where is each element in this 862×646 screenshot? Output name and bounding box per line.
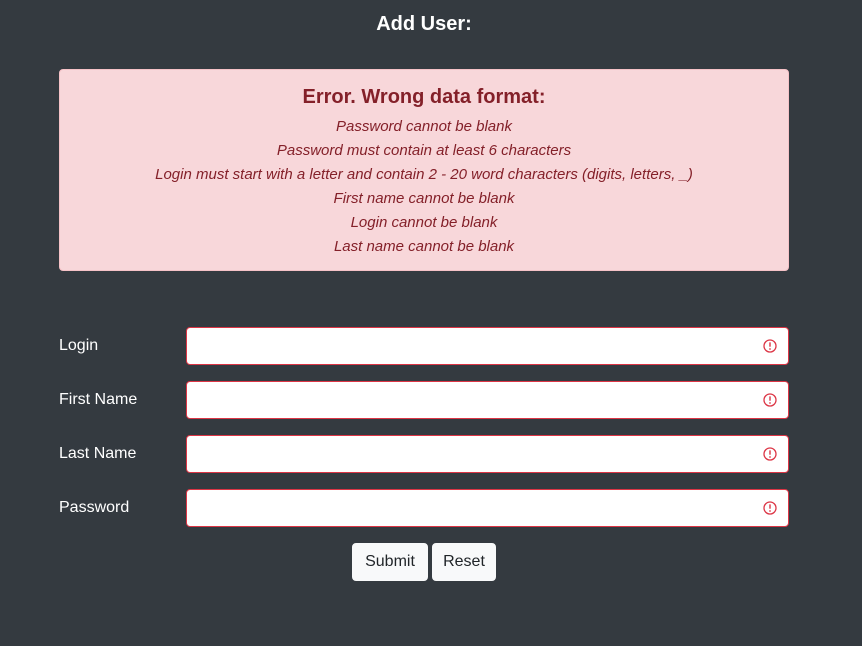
exclamation-circle-icon: [763, 447, 777, 461]
first-name-row: First Name: [59, 381, 789, 419]
reset-button[interactable]: Reset: [432, 543, 496, 581]
first-name-label: First Name: [59, 391, 138, 408]
login-row: Login: [59, 327, 789, 365]
alert-message-list: Password cannot be blank Password must c…: [60, 115, 788, 259]
alert-message: Password cannot be blank: [336, 118, 512, 135]
password-input[interactable]: [187, 490, 771, 526]
page-title: Add User:: [376, 13, 472, 35]
add-user-page: Add User: Error. Wrong data format: Pass…: [0, 0, 862, 646]
alert-message: Login cannot be blank: [350, 214, 498, 231]
password-label: Password: [59, 499, 130, 516]
submit-button[interactable]: Submit: [352, 543, 428, 581]
login-field-box: [186, 327, 789, 365]
alert-message: Password must contain at least 6 charact…: [276, 142, 572, 159]
exclamation-circle-icon: [763, 339, 777, 353]
last-name-label: Last Name: [59, 445, 137, 462]
last-name-field-box: [186, 435, 789, 473]
alert-message: Last name cannot be blank: [333, 238, 515, 255]
exclamation-circle-icon: [763, 393, 777, 407]
first-name-input[interactable]: [187, 382, 771, 418]
alert-heading: Error. Wrong data format:: [302, 86, 546, 108]
first-name-field-box: [186, 381, 789, 419]
last-name-row: Last Name: [59, 435, 789, 473]
login-input[interactable]: [187, 328, 771, 364]
password-field-box: [186, 489, 789, 527]
last-name-input[interactable]: [187, 436, 771, 472]
password-row: Password: [59, 489, 789, 527]
error-alert: Error. Wrong data format: Password canno…: [59, 69, 789, 271]
alert-message: First name cannot be blank: [333, 190, 515, 207]
exclamation-circle-icon: [763, 501, 777, 515]
alert-message: Login must start with a letter and conta…: [155, 166, 693, 183]
login-label: Login: [59, 337, 99, 354]
